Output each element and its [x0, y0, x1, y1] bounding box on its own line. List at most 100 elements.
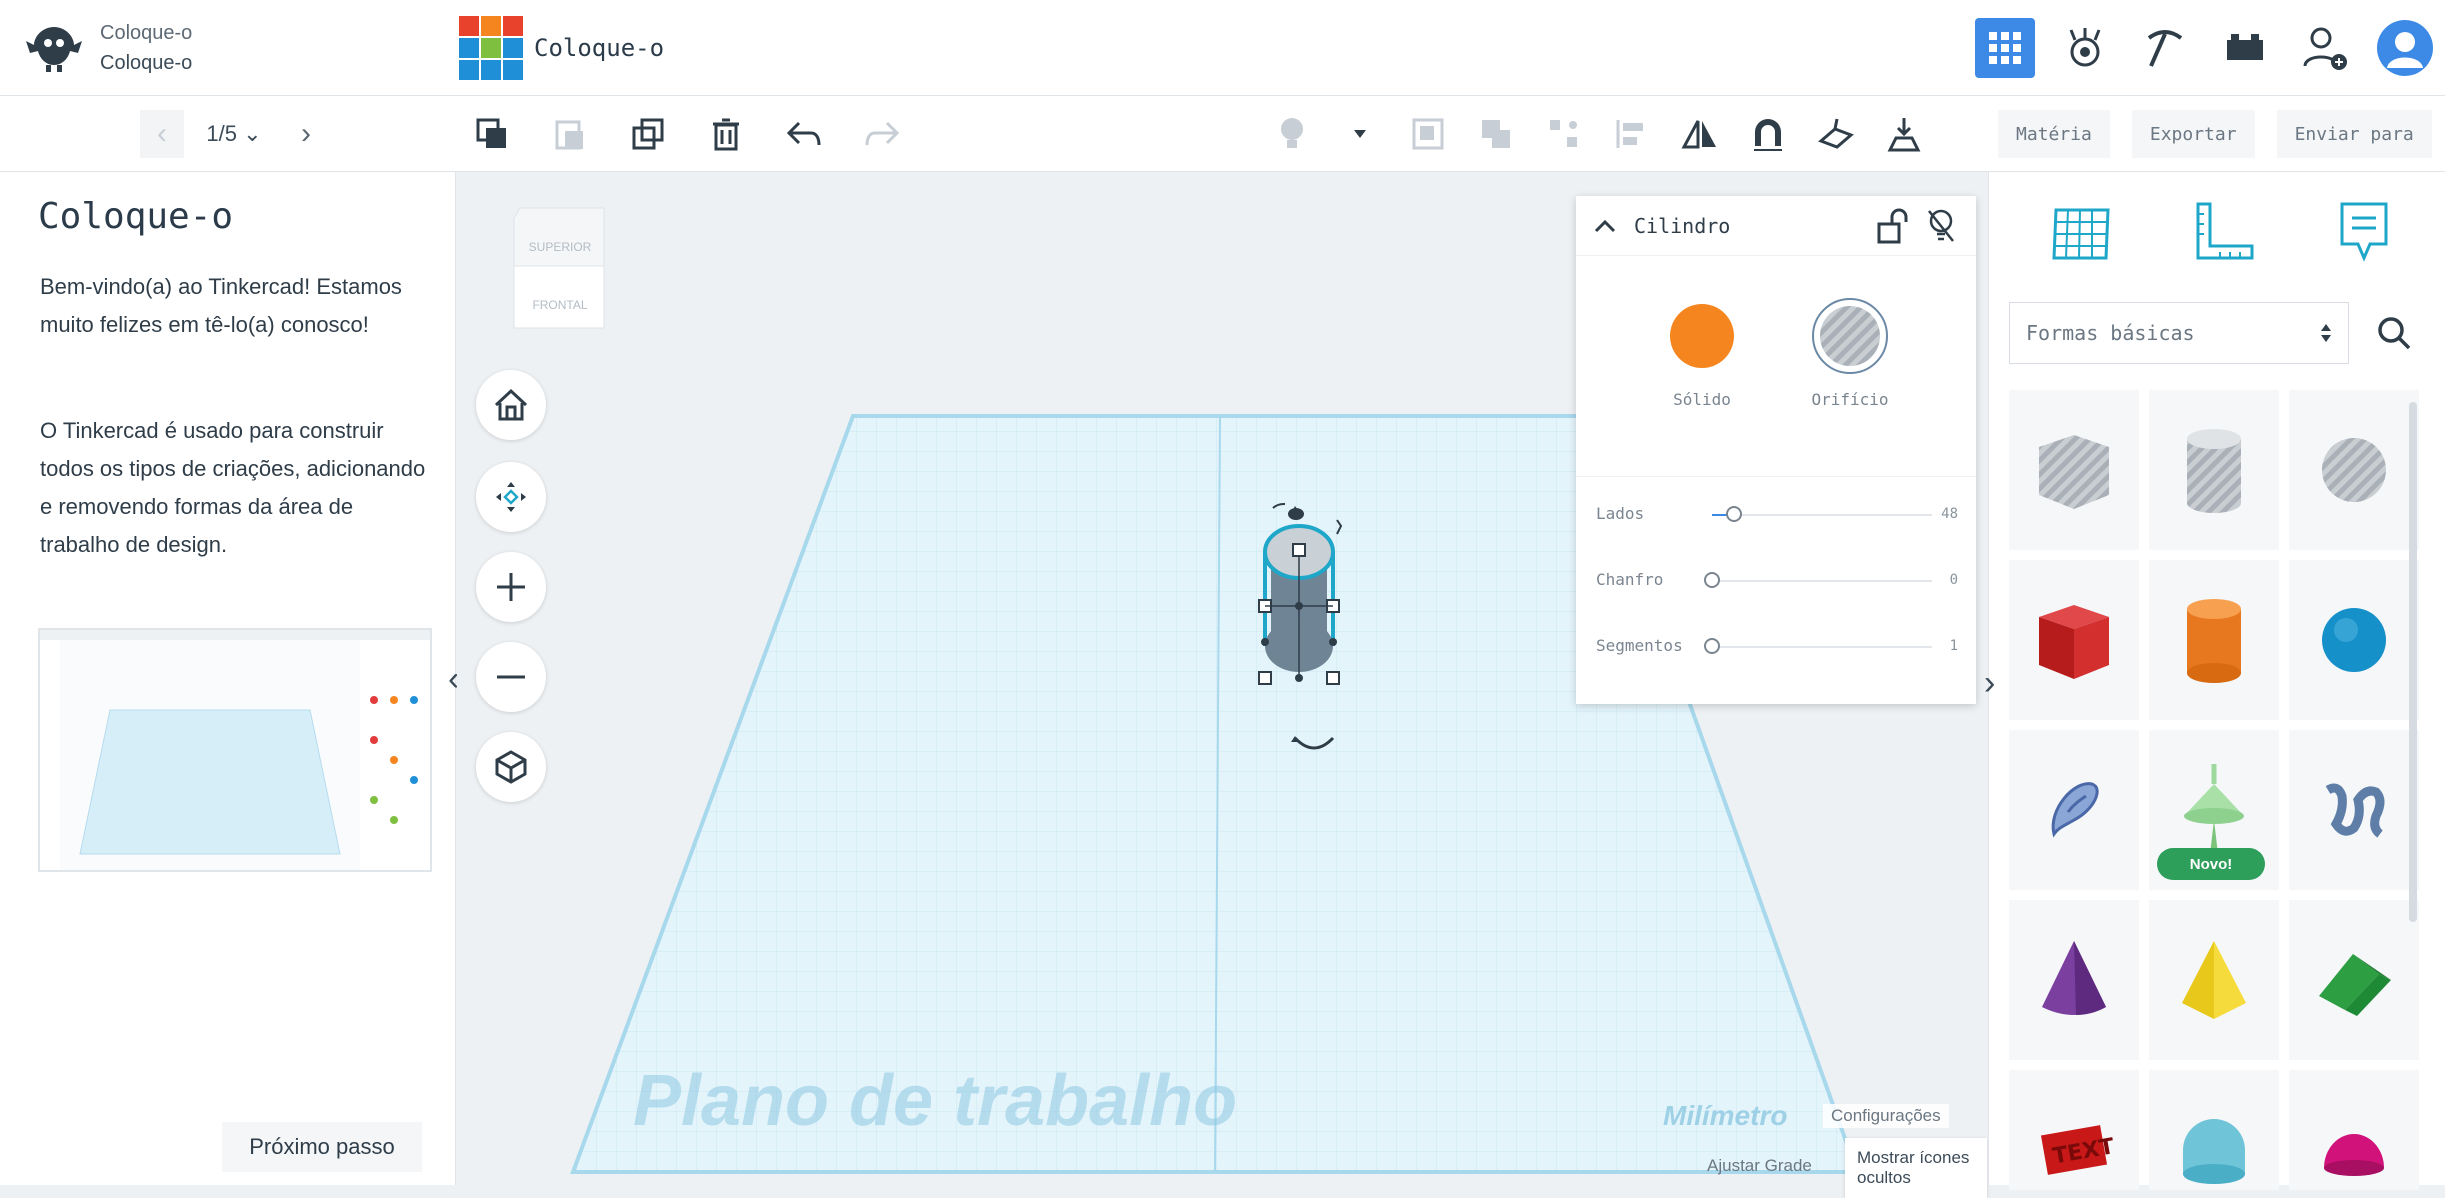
shape-sphere[interactable] — [2289, 560, 2419, 720]
settings-button[interactable]: Configurações — [1823, 1104, 1949, 1128]
shape-cylinder[interactable] — [2149, 560, 2279, 720]
light-button[interactable] — [1270, 112, 1314, 156]
ungroup-button[interactable] — [1474, 112, 1518, 156]
copy-button[interactable] — [470, 112, 514, 156]
shape-roof[interactable] — [2289, 900, 2419, 1060]
property-slider[interactable] — [1704, 572, 1932, 588]
inspector-title: Cilindro — [1634, 213, 1731, 238]
light-dropdown[interactable] — [1338, 112, 1382, 156]
viewcube-top-label: SUPERIOR — [528, 240, 592, 254]
duplicate-icon — [631, 117, 665, 151]
property-value[interactable]: 0 — [1950, 572, 1958, 588]
user-username: Coloque-o — [100, 52, 193, 74]
shape-cylinder-hole[interactable] — [2149, 390, 2279, 550]
fit-view-button[interactable] — [476, 462, 546, 532]
shape-cone[interactable] — [2009, 900, 2139, 1060]
blocks-view-button[interactable] — [2055, 18, 2115, 78]
tinkercad-logo — [458, 15, 524, 81]
profile-avatar[interactable] — [2375, 18, 2435, 78]
workplane-tool-button[interactable] — [2037, 192, 2127, 272]
mirror-icon — [1681, 117, 1719, 151]
show-hidden-icons-button[interactable]: Mostrar ícones ocultos — [1845, 1138, 1987, 1198]
paste-button[interactable] — [548, 112, 592, 156]
property-value[interactable]: 48 — [1941, 506, 1958, 522]
bricks-view-button[interactable] — [2135, 18, 2195, 78]
plus-icon — [495, 571, 527, 603]
paraboloid-icon — [2314, 1110, 2394, 1190]
view-cube[interactable]: SUPERIOR FRONTAL — [510, 206, 608, 336]
redo-button[interactable] — [860, 112, 904, 156]
top-bar: Coloque-o Coloque-o Coloque-o — [0, 0, 2445, 96]
property-value[interactable]: 1 — [1950, 638, 1958, 654]
material-button[interactable]: Matéria — [1998, 110, 2110, 158]
mirror-button[interactable] — [1678, 112, 1722, 156]
shape-library-select[interactable]: Formas básicas — [2009, 302, 2349, 364]
shape-sphere-hole[interactable] — [2289, 390, 2419, 550]
shape-half-cylinder[interactable] — [2149, 1070, 2279, 1190]
magnet-icon — [1750, 116, 1786, 152]
collapse-inspector-button[interactable] — [1594, 219, 1616, 233]
design-view-button[interactable] — [1975, 18, 2035, 78]
ruler-tool-button[interactable] — [2179, 192, 2269, 272]
shape-box[interactable] — [2009, 560, 2139, 720]
lego-view-button[interactable] — [2215, 18, 2275, 78]
step-counter[interactable]: 1/5 ⌄ — [184, 121, 284, 147]
property-slider[interactable] — [1712, 506, 1932, 522]
copy-icon — [475, 117, 509, 151]
new-badge: Novo! — [2157, 848, 2265, 880]
group-button[interactable] — [1406, 112, 1450, 156]
export-button[interactable]: Exportar — [2131, 110, 2255, 158]
slider-knob[interactable] — [1704, 638, 1720, 654]
undo-button[interactable] — [782, 112, 826, 156]
slider-knob[interactable] — [1704, 572, 1720, 588]
chevron-down-icon: ⌄ — [243, 121, 262, 146]
collapse-shapes-button[interactable]: › — [1984, 664, 1995, 703]
cylinder-hole-icon — [2179, 425, 2249, 515]
shape-text[interactable] — [2289, 730, 2419, 890]
rotate-handle-icon[interactable] — [1289, 732, 1339, 760]
lock-button[interactable] — [1876, 208, 1910, 244]
library-scrollbar[interactable] — [2409, 402, 2417, 922]
invite-user-button[interactable] — [2295, 18, 2355, 78]
project-title[interactable]: Coloque-o — [534, 34, 664, 62]
previous-step-button[interactable]: ‹ — [140, 110, 184, 158]
shape-text-3d[interactable]: TEXT — [2009, 1070, 2139, 1190]
adjust-grid-button[interactable]: Ajustar Grade — [1707, 1156, 1812, 1176]
send-to-button[interactable]: Enviar para — [2276, 110, 2432, 158]
chevron-right-icon: › — [1984, 664, 1996, 702]
distribute-button[interactable] — [1610, 112, 1654, 156]
divider — [1576, 476, 1976, 477]
solid-color-swatch[interactable] — [1670, 304, 1734, 368]
search-shapes-button[interactable] — [2361, 302, 2427, 364]
shape-pyramid[interactable] — [2149, 900, 2279, 1060]
half-cylinder-icon — [2169, 1110, 2259, 1190]
import-button[interactable] — [1882, 112, 1926, 156]
ortho-view-button[interactable] — [476, 732, 546, 802]
duplicate-button[interactable] — [626, 112, 670, 156]
hole-swatch[interactable] — [1812, 298, 1888, 374]
hide-button[interactable] — [1926, 208, 1956, 244]
property-slider[interactable] — [1704, 638, 1932, 654]
workplane-button[interactable] — [1814, 112, 1858, 156]
zoom-out-button[interactable] — [476, 642, 546, 712]
shape-scribble[interactable] — [2009, 730, 2139, 890]
lesson-thumbnail — [38, 628, 432, 872]
slider-knob[interactable] — [1726, 506, 1742, 522]
step-navigation: ‹ 1/5 ⌄ › — [140, 110, 340, 158]
zoom-in-button[interactable] — [476, 552, 546, 622]
shape-paraboloid[interactable] — [2289, 1070, 2419, 1190]
fit-icon — [492, 478, 530, 516]
next-step-button[interactable]: Próximo passo — [222, 1122, 422, 1172]
home-view-button[interactable] — [476, 370, 546, 440]
next-step-arrow-button[interactable]: › — [284, 110, 328, 158]
toolbar: ‹ 1/5 ⌄ › Matéria Exportar Enviar para — [0, 96, 2445, 172]
cruise-button[interactable] — [1746, 112, 1790, 156]
selected-cylinder[interactable] — [1237, 496, 1357, 696]
group-icon — [1411, 117, 1445, 151]
notes-tool-button[interactable] — [2319, 192, 2409, 272]
align-button[interactable] — [1542, 112, 1586, 156]
user-block[interactable]: Coloque-o Coloque-o — [24, 14, 224, 82]
delete-button[interactable] — [704, 112, 748, 156]
shape-box-hole[interactable] — [2009, 390, 2139, 550]
trash-icon — [711, 117, 741, 151]
